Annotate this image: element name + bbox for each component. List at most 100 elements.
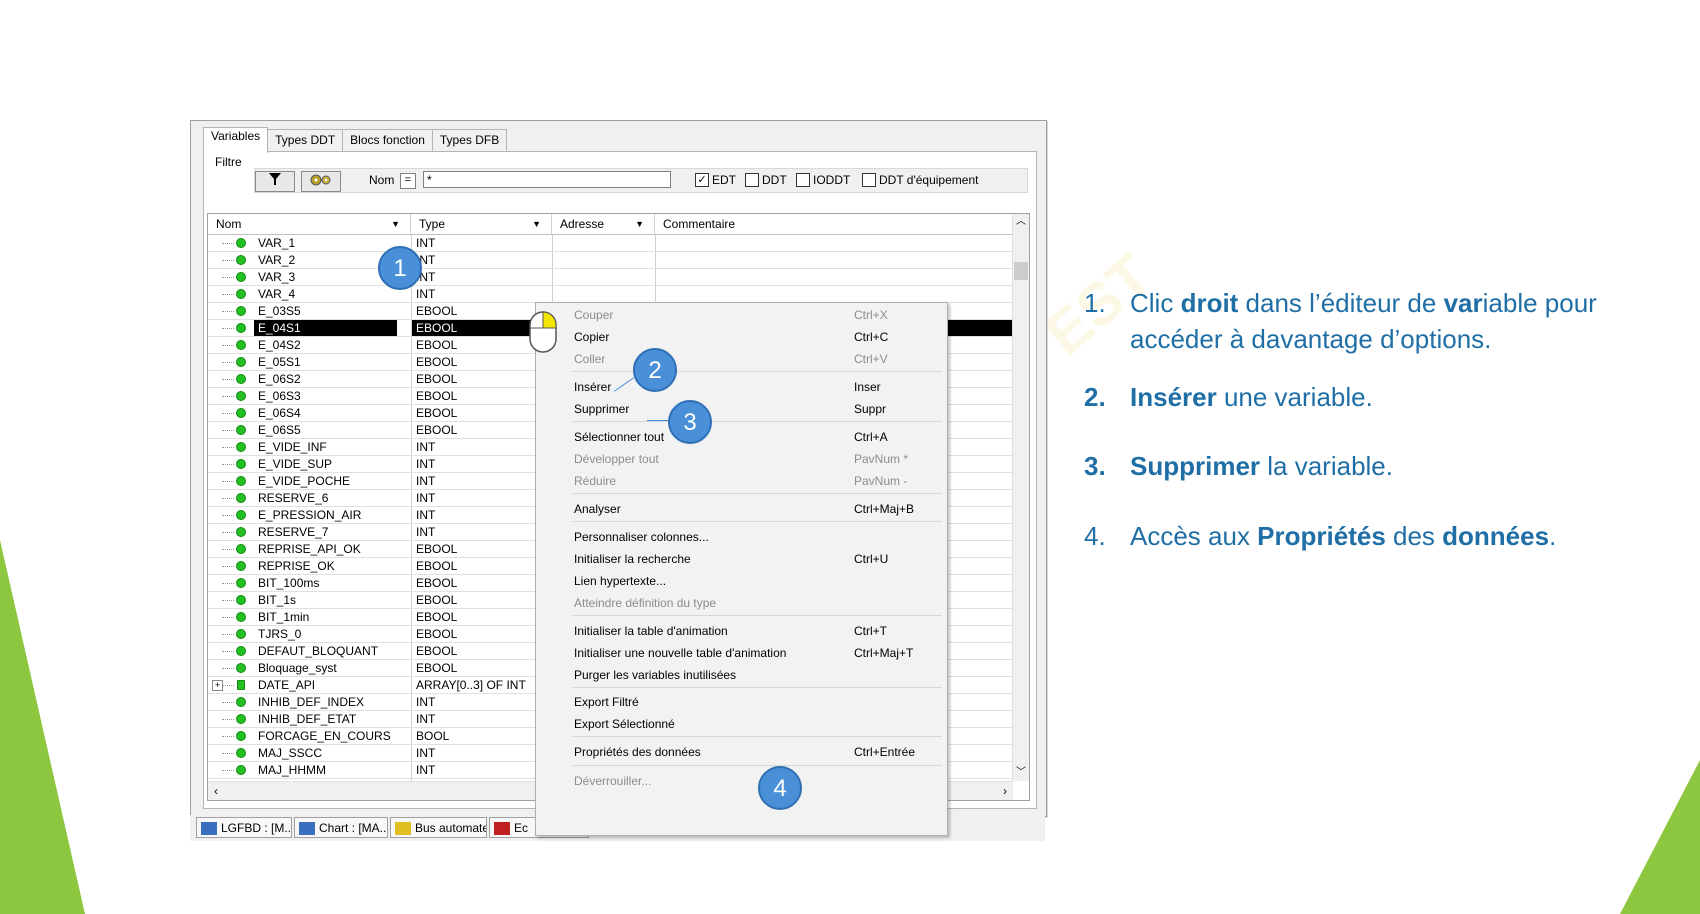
cell-name[interactable]: RESERVE_6: [254, 490, 397, 506]
scroll-right-icon[interactable]: ›: [997, 782, 1013, 800]
cell-type[interactable]: EBOOL: [411, 541, 551, 557]
cell-name[interactable]: TJRS_0: [254, 626, 397, 642]
cell-type[interactable]: EBOOL: [411, 575, 551, 591]
table-row[interactable]: VAR_2 INT: [208, 252, 1013, 269]
filter-funnel-button[interactable]: [255, 171, 295, 192]
tab-types-ddt[interactable]: Types DDT: [267, 129, 344, 151]
cell-name[interactable]: VAR_1: [254, 235, 397, 251]
cell-type[interactable]: BOOL: [411, 728, 551, 744]
menu-item-initialiser-une-nouvelle-table-d-animation[interactable]: Initialiser une nouvelle table d'animati…: [536, 642, 945, 664]
cell-type[interactable]: INT: [411, 439, 551, 455]
menu-item-lien-hypertexte[interactable]: Lien hypertexte...: [536, 570, 945, 592]
menu-item-export-filtre[interactable]: Export Filtré: [536, 691, 945, 713]
cell-name[interactable]: E_VIDE_POCHE: [254, 473, 397, 489]
cell-comment[interactable]: [655, 235, 1013, 251]
cell-name[interactable]: E_VIDE_SUP: [254, 456, 397, 472]
cell-type[interactable]: INT: [411, 745, 551, 761]
scroll-down-icon[interactable]: ﹀: [1013, 765, 1029, 781]
cell-name[interactable]: DEFAUT_BLOQUANT: [254, 643, 397, 659]
cell-name[interactable]: E_03S5: [254, 303, 397, 319]
column-header-type[interactable]: Type ▼: [411, 214, 552, 234]
task-lgfbd[interactable]: LGFBD : [M...: [196, 817, 292, 838]
table-row[interactable]: VAR_4 INT: [208, 286, 1013, 303]
cell-type[interactable]: INT: [411, 507, 551, 523]
menu-item-initialiser-la-recherche[interactable]: Initialiser la recherche Ctrl+U: [536, 548, 945, 570]
cell-type[interactable]: INT: [411, 456, 551, 472]
menu-item-supprimer[interactable]: Supprimer Suppr: [536, 398, 945, 420]
menu-item-initialiser-la-table-d-animation[interactable]: Initialiser la table d'animation Ctrl+T: [536, 620, 945, 642]
ddt-equipement-checkbox[interactable]: DDT d'équipement: [862, 173, 978, 187]
task-chart[interactable]: Chart : [MA...: [294, 817, 388, 838]
cell-type[interactable]: INT: [411, 762, 551, 778]
menu-item-personnaliser-colonnes[interactable]: Personnaliser colonnes...: [536, 526, 945, 548]
cell-type[interactable]: EBOOL: [411, 388, 551, 404]
task-bus-automate[interactable]: Bus automate: [390, 817, 487, 838]
cell-name[interactable]: RESERVE_7: [254, 524, 397, 540]
ddt-checkbox[interactable]: DDT: [745, 173, 787, 187]
cell-address[interactable]: [552, 235, 655, 251]
cell-type[interactable]: EBOOL: [411, 405, 551, 421]
cell-type[interactable]: EBOOL: [411, 354, 551, 370]
menu-item-copier[interactable]: Copier Ctrl+C: [536, 326, 945, 348]
equals-operator[interactable]: =: [400, 173, 416, 189]
cell-type[interactable]: INT: [411, 269, 551, 285]
cell-type[interactable]: EBOOL: [411, 371, 551, 387]
cell-type[interactable]: INT: [411, 524, 551, 540]
cell-comment[interactable]: [655, 286, 1013, 302]
cell-name[interactable]: BIT_1min: [254, 609, 397, 625]
cell-type[interactable]: INT: [411, 252, 551, 268]
cell-name[interactable]: E_VIDE_INF: [254, 439, 397, 455]
cell-name[interactable]: BIT_1s: [254, 592, 397, 608]
menu-item-export-selectionne[interactable]: Export Sélectionné: [536, 713, 945, 735]
cell-type[interactable]: INT: [411, 694, 551, 710]
cell-name[interactable]: E_06S4: [254, 405, 397, 421]
cell-name[interactable]: E_PRESSION_AIR: [254, 507, 397, 523]
table-row[interactable]: VAR_3 INT: [208, 269, 1013, 286]
cell-type[interactable]: EBOOL: [411, 660, 551, 676]
cell-address[interactable]: [552, 252, 655, 268]
menu-item-purger-les-variables-inutilisees[interactable]: Purger les variables inutilisées: [536, 664, 945, 686]
cell-name[interactable]: DATE_API: [254, 677, 397, 693]
vertical-scrollbar[interactable]: ︿ ﹀: [1012, 214, 1029, 781]
cell-type[interactable]: INT: [411, 235, 551, 251]
table-row[interactable]: VAR_1 INT: [208, 235, 1013, 252]
cell-name[interactable]: MAJ_SSCC: [254, 745, 397, 761]
scroll-up-icon[interactable]: ︿: [1013, 214, 1029, 230]
cell-name[interactable]: VAR_4: [254, 286, 397, 302]
cell-type[interactable]: ARRAY[0..3] OF INT: [411, 677, 551, 693]
dropdown-arrow-icon[interactable]: ▼: [532, 214, 541, 234]
filter-options-button[interactable]: [301, 171, 341, 192]
dropdown-arrow-icon[interactable]: ▼: [635, 214, 644, 234]
cell-name[interactable]: VAR_3: [254, 269, 397, 285]
cell-type[interactable]: EBOOL: [411, 626, 551, 642]
ioddt-checkbox[interactable]: IODDT: [796, 173, 850, 187]
cell-comment[interactable]: [655, 252, 1013, 268]
cell-address[interactable]: [552, 269, 655, 285]
cell-address[interactable]: [552, 286, 655, 302]
cell-name[interactable]: E_06S5: [254, 422, 397, 438]
cell-type[interactable]: EBOOL: [411, 422, 551, 438]
name-filter-input[interactable]: *: [423, 171, 671, 188]
cell-name[interactable]: BIT_100ms: [254, 575, 397, 591]
cell-type[interactable]: EBOOL: [411, 558, 551, 574]
menu-item-selectionner-tout[interactable]: Sélectionner tout Ctrl+A: [536, 426, 945, 448]
cell-type[interactable]: EBOOL: [411, 592, 551, 608]
cell-type[interactable]: INT: [411, 490, 551, 506]
tab-variables[interactable]: Variables: [203, 127, 269, 153]
cell-type[interactable]: INT: [411, 711, 551, 727]
cell-name[interactable]: INHIB_DEF_ETAT: [254, 711, 397, 727]
cell-name[interactable]: E_06S2: [254, 371, 397, 387]
cell-type[interactable]: EBOOL: [411, 609, 551, 625]
cell-name[interactable]: E_05S1: [254, 354, 397, 370]
menu-item-inserer[interactable]: Insérer Inser: [536, 376, 945, 398]
menu-item-analyser[interactable]: Analyser Ctrl+Maj+B: [536, 498, 945, 520]
menu-item-proprietes-des-donnees[interactable]: Propriétés des données Ctrl+Entrée: [536, 741, 945, 763]
cell-name[interactable]: FORCAGE_EN_COURS: [254, 728, 397, 744]
cell-name[interactable]: INHIB_DEF_INDEX: [254, 694, 397, 710]
cell-name[interactable]: E_06S3: [254, 388, 397, 404]
cell-comment[interactable]: [655, 269, 1013, 285]
cell-type[interactable]: EBOOL: [411, 643, 551, 659]
cell-name[interactable]: REPRISE_API_OK: [254, 541, 397, 557]
edt-checkbox[interactable]: ✓ EDT: [695, 173, 736, 187]
cell-type[interactable]: INT: [411, 286, 551, 302]
